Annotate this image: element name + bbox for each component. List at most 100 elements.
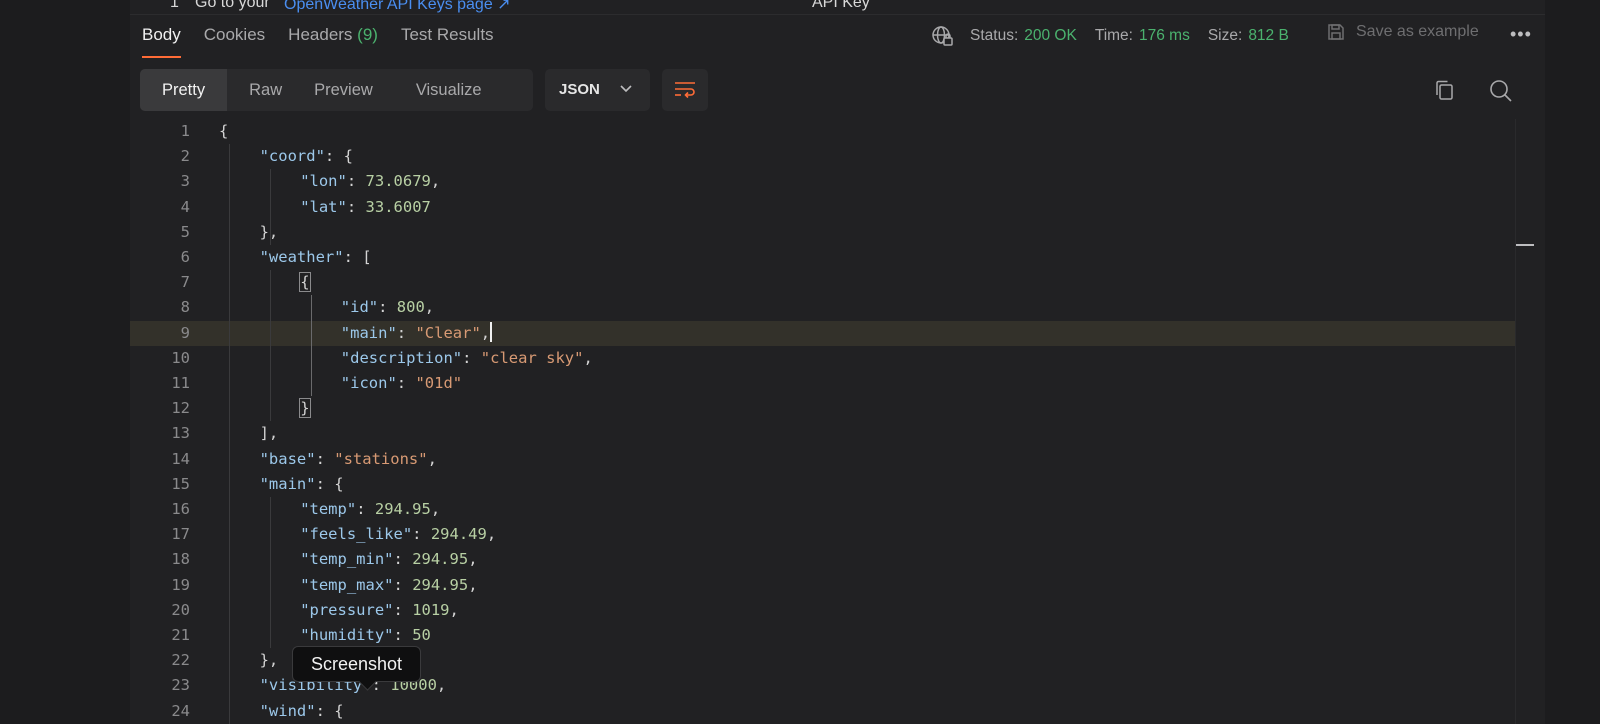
json-key: "base": [259, 449, 316, 468]
code-line: 16 "temp": 294.95,: [130, 497, 1515, 522]
json-string: "stations": [334, 449, 428, 468]
api-keys-link[interactable]: OpenWeather API Keys page ↗: [284, 0, 511, 14]
json-key: "description": [340, 348, 463, 367]
json-key: "temp_min": [300, 550, 394, 569]
save-as-example-button[interactable]: Save as example: [1326, 22, 1479, 42]
indent-guide: [269, 270, 271, 422]
json-punctuation: },: [259, 651, 279, 670]
json-punctuation: {: [219, 122, 229, 140]
time-value[interactable]: 176 ms: [1139, 27, 1190, 45]
code-text: "main": {: [260, 472, 344, 497]
code-text: "main": "Clear",: [341, 321, 493, 346]
code-text: {: [219, 119, 228, 144]
code-line: 24 "wind": {: [130, 699, 1515, 724]
line-number: 12: [171, 399, 190, 418]
json-punctuation: ],: [259, 424, 279, 443]
code-text: "weather": [: [260, 245, 372, 270]
code-line: 2 "coord": {: [130, 144, 1515, 169]
json-key: "temp": [300, 500, 357, 518]
line-number: 5: [180, 222, 190, 241]
code-line: 12}: [130, 396, 1515, 421]
code-line: 3 "lon": 73.0679,: [130, 169, 1515, 194]
search-button[interactable]: [1488, 78, 1514, 109]
view-raw[interactable]: Raw: [227, 69, 304, 111]
json-punctuation: ,: [430, 500, 441, 518]
json-punctuation: ,: [427, 449, 437, 468]
size-value[interactable]: 812 B: [1248, 27, 1289, 45]
format-dropdown[interactable]: JSON: [545, 69, 650, 111]
json-punctuation: : {: [315, 474, 344, 493]
json-punctuation: ,: [486, 525, 497, 544]
json-key: "weather": [259, 248, 344, 266]
code-text: "feels_like": 294.49,: [300, 522, 496, 547]
scroll-position-marker[interactable]: [1516, 244, 1534, 246]
view-pretty[interactable]: Pretty: [140, 69, 228, 111]
line-number: 3: [180, 172, 190, 191]
code-text: "base": "stations",: [260, 447, 437, 472]
tab-cookies[interactable]: Cookies: [204, 22, 265, 58]
json-punctuation: : [: [343, 248, 372, 266]
line-number: 17: [171, 525, 190, 544]
code-line: 18 "temp_min": 294.95,: [130, 547, 1515, 572]
json-punctuation: :: [412, 525, 431, 544]
code-line: 21 "humidity": 50: [130, 623, 1515, 648]
globe-icon[interactable]: [930, 24, 954, 48]
code-line: 6 "weather": [: [130, 245, 1515, 270]
json-number: 50: [412, 626, 431, 644]
json-key: "feels_like": [300, 525, 413, 544]
json-punctuation: ,: [468, 575, 478, 594]
json-string: "01d": [415, 374, 463, 392]
code-text: }: [299, 396, 311, 421]
view-preview[interactable]: Preview: [304, 69, 406, 111]
json-key: "humidity": [300, 626, 394, 644]
step-text: Go to your: [195, 0, 270, 11]
more-icon[interactable]: •••: [1510, 24, 1532, 45]
docs-strip: 1 Go to your OpenWeather API Keys page ↗…: [130, 0, 1545, 15]
json-punctuation: }: [299, 398, 311, 419]
code-text: {: [299, 270, 311, 295]
line-number: 8: [180, 298, 190, 317]
json-punctuation: :: [393, 626, 413, 644]
json-number: 294.95: [412, 575, 469, 594]
json-punctuation: ,: [468, 550, 478, 569]
view-visualize[interactable]: Visualize: [406, 69, 492, 111]
code-line: 9 "main": "Clear",: [130, 320, 1515, 346]
indent-guide: [229, 144, 231, 724]
code-line: 20 "pressure": 1019,: [130, 598, 1515, 623]
response-tabs: Body Cookies Headers (9) Test Results: [142, 22, 494, 60]
tab-test-results[interactable]: Test Results: [401, 22, 494, 58]
status-value[interactable]: 200 OK: [1024, 27, 1077, 45]
json-number: 294.49: [430, 525, 487, 544]
code-text: "lon": 73.0679,: [300, 169, 440, 194]
json-response-editor[interactable]: 1{2 "coord": {3 "lon": 73.0679, 4 "lat": 33.…: [130, 119, 1515, 724]
json-punctuation: :: [346, 197, 366, 216]
line-number: 16: [171, 500, 190, 518]
code-line: 13],: [130, 421, 1515, 446]
line-number: 20: [171, 600, 190, 619]
code-line: 5},: [130, 220, 1515, 245]
code-line: 1{: [130, 119, 1515, 144]
json-punctuation: : {: [324, 147, 353, 166]
tab-headers[interactable]: Headers (9): [288, 22, 378, 58]
copy-button[interactable]: [1432, 78, 1456, 107]
line-number: 4: [180, 197, 190, 216]
wrap-lines-button[interactable]: [662, 69, 708, 111]
json-punctuation: ,: [424, 298, 435, 317]
line-number: 18: [171, 550, 190, 569]
search-icon: [1490, 80, 1512, 102]
json-punctuation: : {: [315, 701, 344, 720]
code-line: 11 "icon": "01d": [130, 371, 1515, 396]
json-punctuation: ,: [583, 348, 593, 367]
editor-scrollbar[interactable]: [1515, 119, 1516, 724]
code-text: },: [260, 648, 279, 673]
code-line: 14 "base": "stations",: [130, 447, 1515, 472]
chevron-down-icon: [620, 85, 632, 93]
left-gutter: [0, 0, 131, 724]
tab-body[interactable]: Body: [142, 22, 181, 58]
view-mode-selector: Pretty Raw Preview Visualize: [140, 69, 533, 111]
tab-cookies-label: Cookies: [203, 25, 266, 44]
api-key-label: API Key: [812, 0, 870, 11]
json-punctuation: :: [396, 323, 416, 342]
json-punctuation: :: [462, 348, 481, 367]
json-string: "Clear": [415, 323, 481, 342]
